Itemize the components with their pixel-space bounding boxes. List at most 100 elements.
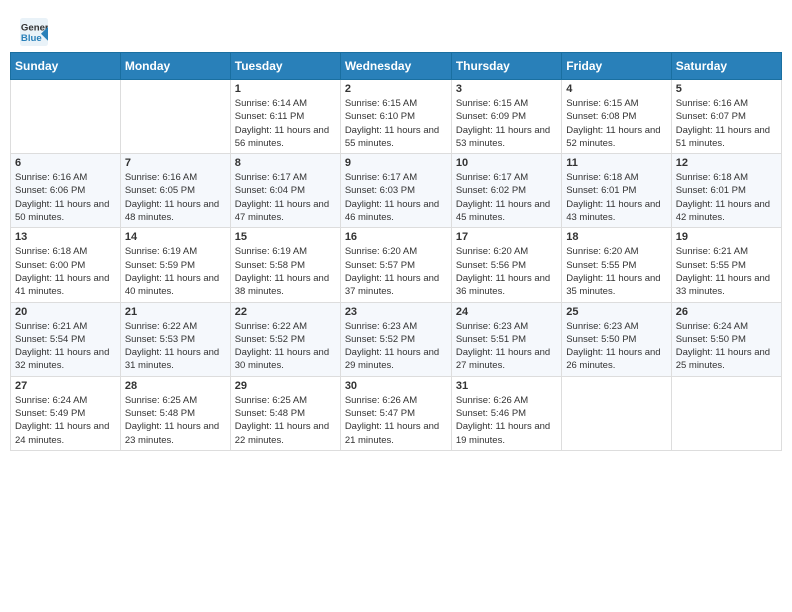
sunset-text: Sunset: 6:10 PM xyxy=(345,110,447,123)
calendar-week-row: 13 Sunrise: 6:18 AMSunset: 6:00 PMDayligh… xyxy=(11,228,782,302)
day-info: Sunrise: 6:26 AMSunset: 5:47 PMDaylight:… xyxy=(345,394,447,447)
day-info: Sunrise: 6:15 AMSunset: 6:09 PMDaylight:… xyxy=(456,97,557,150)
sunrise-text: Sunrise: 6:19 AM xyxy=(235,245,336,258)
day-number: 16 xyxy=(345,231,447,243)
sunrise-text: Sunrise: 6:22 AM xyxy=(125,320,226,333)
day-number: 13 xyxy=(15,231,116,243)
calendar-cell: 20Sunrise: 6:21 AMSunset: 5:54 PMDayligh… xyxy=(11,302,121,376)
sunset-text: Sunset: 6:09 PM xyxy=(456,110,557,123)
sunset-text: Sunset: 5:49 PM xyxy=(15,407,116,420)
daylight-text: Daylight: 11 hours and 55 minutes. xyxy=(345,124,447,151)
page-header: General Blue xyxy=(10,10,782,52)
sunset-text: Sunset: 5:51 PM xyxy=(456,333,557,346)
sunrise-text: Sunrise: 6:22 AM xyxy=(235,320,336,333)
day-of-week-header: Tuesday xyxy=(230,53,340,80)
calendar-cell: 21Sunrise: 6:22 AMSunset: 5:53 PMDayligh… xyxy=(120,302,230,376)
day-number: 5 xyxy=(676,83,777,95)
calendar-cell: 27Sunrise: 6:24 AMSunset: 5:49 PMDayligh… xyxy=(11,376,121,450)
sunrise-text: Sunrise: 6:26 AM xyxy=(345,394,447,407)
day-info: Sunrise: 6:20 AMSunset: 5:56 PMDaylight:… xyxy=(456,245,557,298)
day-number: 2 xyxy=(345,83,447,95)
calendar-cell: 28Sunrise: 6:25 AMSunset: 5:48 PMDayligh… xyxy=(120,376,230,450)
day-number: 10 xyxy=(456,157,557,169)
daylight-text: Daylight: 11 hours and 56 minutes. xyxy=(235,124,336,151)
daylight-text: Daylight: 11 hours and 19 minutes. xyxy=(456,420,557,447)
day-info: Sunrise: 6:25 AMSunset: 5:48 PMDaylight:… xyxy=(125,394,226,447)
daylight-text: Daylight: 11 hours and 40 minutes. xyxy=(125,272,226,299)
sunrise-text: Sunrise: 6:24 AM xyxy=(676,320,777,333)
day-info: Sunrise: 6:24 AMSunset: 5:49 PMDaylight:… xyxy=(15,394,116,447)
logo-icon: General Blue xyxy=(20,18,48,46)
day-info: Sunrise: 6:14 AMSunset: 6:11 PMDaylight:… xyxy=(235,97,336,150)
sunset-text: Sunset: 5:55 PM xyxy=(566,259,666,272)
logo: General Blue xyxy=(20,18,48,46)
daylight-text: Daylight: 11 hours and 25 minutes. xyxy=(676,346,777,373)
day-of-week-header: Thursday xyxy=(451,53,561,80)
day-info: Sunrise: 6:22 AMSunset: 5:53 PMDaylight:… xyxy=(125,320,226,373)
sunrise-text: Sunrise: 6:18 AM xyxy=(676,171,777,184)
sunrise-text: Sunrise: 6:14 AM xyxy=(235,97,336,110)
sunrise-text: Sunrise: 6:20 AM xyxy=(456,245,557,258)
day-number: 1 xyxy=(235,83,336,95)
daylight-text: Daylight: 11 hours and 38 minutes. xyxy=(235,272,336,299)
sunset-text: Sunset: 5:53 PM xyxy=(125,333,226,346)
daylight-text: Daylight: 11 hours and 33 minutes. xyxy=(676,272,777,299)
calendar-cell xyxy=(120,80,230,154)
calendar-cell: 18Sunrise: 6:20 AMSunset: 5:55 PMDayligh… xyxy=(562,228,671,302)
sunset-text: Sunset: 5:55 PM xyxy=(676,259,777,272)
calendar-cell: 26 Sunrise: 6:24 AMSunset: 5:50 PMDayligh… xyxy=(671,302,781,376)
daylight-text: Daylight: 11 hours and 35 minutes. xyxy=(566,272,666,299)
daylight-text: Daylight: 11 hours and 46 minutes. xyxy=(345,198,447,225)
daylight-text: Daylight: 11 hours and 47 minutes. xyxy=(235,198,336,225)
daylight-text: Daylight: 11 hours and 37 minutes. xyxy=(345,272,447,299)
day-number: 12 xyxy=(676,157,777,169)
daylight-text: Daylight: 11 hours and 50 minutes. xyxy=(15,198,116,225)
sunset-text: Sunset: 5:57 PM xyxy=(345,259,447,272)
calendar-cell: 1 Sunrise: 6:14 AMSunset: 6:11 PMDaylight… xyxy=(230,80,340,154)
calendar-week-row: 27Sunrise: 6:24 AMSunset: 5:49 PMDayligh… xyxy=(11,376,782,450)
day-of-week-header: Friday xyxy=(562,53,671,80)
day-info: Sunrise: 6:16 AMSunset: 6:07 PMDaylight:… xyxy=(676,97,777,150)
calendar-cell: 15Sunrise: 6:19 AMSunset: 5:58 PMDayligh… xyxy=(230,228,340,302)
sunrise-text: Sunrise: 6:21 AM xyxy=(676,245,777,258)
day-info: Sunrise: 6:20 AMSunset: 5:55 PMDaylight:… xyxy=(566,245,666,298)
calendar-cell: 30 Sunrise: 6:26 AMSunset: 5:47 PMDayligh… xyxy=(340,376,451,450)
sunrise-text: Sunrise: 6:25 AM xyxy=(235,394,336,407)
sunset-text: Sunset: 6:08 PM xyxy=(566,110,666,123)
daylight-text: Daylight: 11 hours and 21 minutes. xyxy=(345,420,447,447)
sunset-text: Sunset: 6:01 PM xyxy=(566,184,666,197)
day-info: Sunrise: 6:25 AMSunset: 5:48 PMDaylight:… xyxy=(235,394,336,447)
sunrise-text: Sunrise: 6:25 AM xyxy=(125,394,226,407)
calendar-cell: 6Sunrise: 6:16 AMSunset: 6:06 PMDaylight… xyxy=(11,154,121,228)
sunset-text: Sunset: 5:50 PM xyxy=(676,333,777,346)
calendar-cell: 29Sunrise: 6:25 AMSunset: 5:48 PMDayligh… xyxy=(230,376,340,450)
sunset-text: Sunset: 6:02 PM xyxy=(456,184,557,197)
day-number: 17 xyxy=(456,231,557,243)
day-info: Sunrise: 6:21 AMSunset: 5:55 PMDaylight:… xyxy=(676,245,777,298)
day-info: Sunrise: 6:23 AMSunset: 5:51 PMDaylight:… xyxy=(456,320,557,373)
sunset-text: Sunset: 5:54 PM xyxy=(15,333,116,346)
day-number: 30 xyxy=(345,380,447,392)
day-info: Sunrise: 6:18 AMSunset: 6:00 PMDaylight:… xyxy=(15,245,116,298)
calendar-cell: 25Sunrise: 6:23 AMSunset: 5:50 PMDayligh… xyxy=(562,302,671,376)
sunrise-text: Sunrise: 6:16 AM xyxy=(125,171,226,184)
day-info: Sunrise: 6:21 AMSunset: 5:54 PMDaylight:… xyxy=(15,320,116,373)
sunrise-text: Sunrise: 6:24 AM xyxy=(15,394,116,407)
sunset-text: Sunset: 5:50 PM xyxy=(566,333,666,346)
daylight-text: Daylight: 11 hours and 31 minutes. xyxy=(125,346,226,373)
sunset-text: Sunset: 6:11 PM xyxy=(235,110,336,123)
calendar-cell: 5 Sunrise: 6:16 AMSunset: 6:07 PMDaylight… xyxy=(671,80,781,154)
day-number: 26 xyxy=(676,306,777,318)
daylight-text: Daylight: 11 hours and 24 minutes. xyxy=(15,420,116,447)
day-info: Sunrise: 6:18 AMSunset: 6:01 PMDaylight:… xyxy=(676,171,777,224)
day-number: 15 xyxy=(235,231,336,243)
calendar-cell: 24 Sunrise: 6:23 AMSunset: 5:51 PMDayligh… xyxy=(451,302,561,376)
day-number: 31 xyxy=(456,380,557,392)
day-number: 24 xyxy=(456,306,557,318)
day-info: Sunrise: 6:17 AMSunset: 6:03 PMDaylight:… xyxy=(345,171,447,224)
sunrise-text: Sunrise: 6:23 AM xyxy=(345,320,447,333)
day-number: 4 xyxy=(566,83,666,95)
day-of-week-header: Monday xyxy=(120,53,230,80)
sunrise-text: Sunrise: 6:21 AM xyxy=(15,320,116,333)
sunrise-text: Sunrise: 6:20 AM xyxy=(345,245,447,258)
